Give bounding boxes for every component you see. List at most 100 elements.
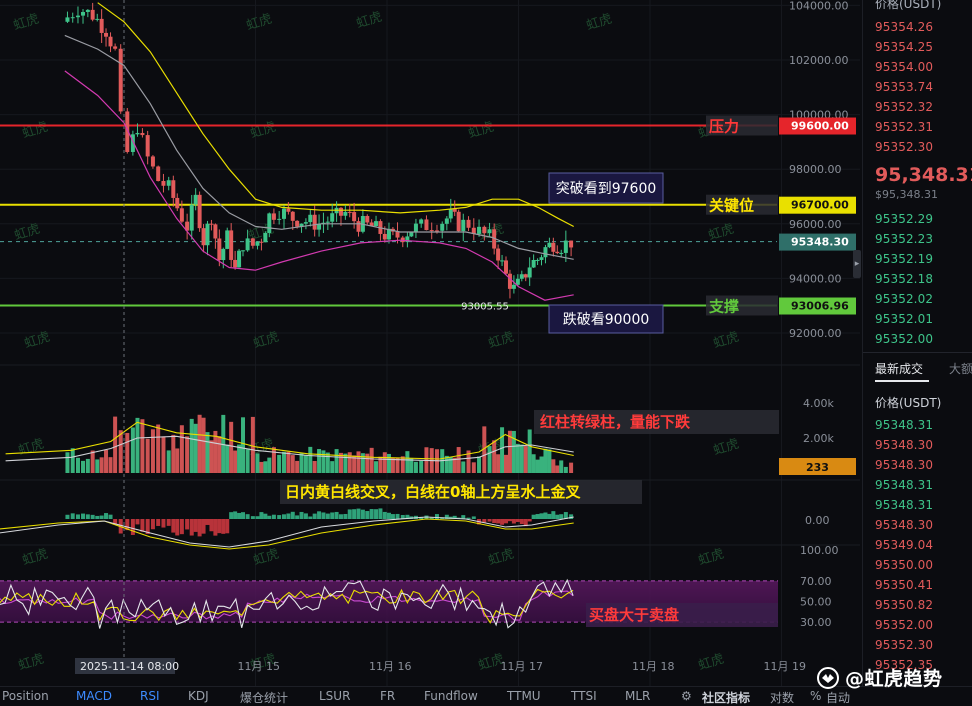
- last-price: 95,348.31: [875, 164, 972, 186]
- candle-body: [563, 240, 568, 253]
- orderbook-header: 价格(USDT): [875, 0, 942, 11]
- macd-bar: [347, 509, 352, 519]
- bid-price[interactable]: 95352.29: [875, 212, 933, 226]
- watermark-text: 虹虎: [17, 436, 46, 458]
- log-scale-toggle[interactable]: 对数: [770, 689, 794, 706]
- bid-price[interactable]: 95352.01: [875, 312, 933, 326]
- ask-price[interactable]: 95354.25: [875, 40, 933, 54]
- candle-body: [434, 230, 439, 232]
- watermark-text: 虹虎: [697, 546, 726, 568]
- candle-body: [193, 194, 198, 205]
- candle-body: [81, 11, 86, 16]
- volume-bar: [519, 444, 524, 473]
- candle-body: [523, 274, 528, 278]
- rsi-tick-label: 30.00: [800, 616, 832, 629]
- candle-body: [527, 267, 532, 278]
- candle-body: [551, 242, 556, 252]
- bid-price[interactable]: 95352.00: [875, 332, 933, 346]
- macd-bar: [338, 514, 343, 519]
- volume-bar: [179, 425, 184, 473]
- candle-body: [569, 240, 574, 248]
- macd-bar: [492, 519, 497, 524]
- macd-bar: [217, 519, 222, 534]
- volume-bar: [145, 438, 150, 473]
- macd-bar: [233, 511, 238, 519]
- rsi-tick-label: 70.00: [800, 575, 832, 588]
- candle-body: [259, 241, 264, 243]
- collapse-panel-button[interactable]: ▸: [853, 250, 861, 278]
- indicator-ttsi[interactable]: TTSI: [571, 689, 597, 703]
- chart-area[interactable]: 虹虎 虹虎 虹虎 虹虎虹虎 虹虎 虹虎虹虎 虹虎 虹虎虹虎 虹虎 虹虎 虹虎虹虎 虹虎 虹虎虹虎 虹虎 虹虎…: [0, 0, 860, 686]
- indicator-mlr[interactable]: MLR: [625, 689, 650, 703]
- macd-bar: [161, 519, 166, 528]
- bid-price[interactable]: 95352.23: [875, 232, 933, 246]
- indicator-kdj[interactable]: KDJ: [188, 689, 209, 703]
- ask-price[interactable]: 95353.74: [875, 80, 933, 94]
- candle-body: [179, 208, 184, 222]
- auto-scale-toggle[interactable]: 自动: [826, 689, 850, 706]
- ask-price[interactable]: 95354.26: [875, 20, 933, 34]
- volume-bar: [237, 444, 242, 473]
- volume-bar: [286, 451, 291, 473]
- watermark-text: 虹虎: [21, 546, 50, 568]
- bid-price[interactable]: 95352.02: [875, 292, 933, 306]
- volume-bar: [321, 450, 326, 473]
- candle-body: [108, 36, 113, 47]
- macd-bar: [213, 519, 218, 536]
- indicator-fundflow[interactable]: Fundflow: [424, 689, 478, 703]
- indicator-position[interactable]: Position: [2, 689, 49, 703]
- macd-bar: [369, 509, 374, 519]
- macd-bar: [85, 514, 90, 519]
- candle-body: [263, 232, 268, 243]
- indicator-fr[interactable]: FR: [380, 689, 395, 703]
- macd-bar: [559, 514, 564, 519]
- macd-bar: [175, 519, 180, 536]
- tab-latest-trades[interactable]: 最新成交: [875, 362, 923, 376]
- community-indicators-button[interactable]: 社区指标: [702, 689, 750, 706]
- ask-price[interactable]: 95352.31: [875, 120, 933, 134]
- volume-bar: [90, 450, 95, 473]
- macd-bar: [312, 513, 317, 519]
- macd-bar: [551, 511, 556, 519]
- candle-body: [166, 180, 171, 186]
- ask-price[interactable]: 95352.30: [875, 140, 933, 154]
- candle-body: [286, 208, 291, 212]
- macd-bar: [237, 512, 242, 519]
- candle-body: [135, 132, 140, 135]
- indicator-liquidation[interactable]: 爆仓统计: [240, 689, 288, 706]
- macd-bar: [197, 519, 202, 537]
- macd-bar: [352, 509, 357, 519]
- macd-bar: [221, 519, 226, 534]
- volume-bar: [201, 417, 206, 473]
- ma-magenta-line: [64, 70, 574, 301]
- candle-body: [99, 18, 104, 33]
- volume-bar: [559, 460, 564, 473]
- candle-body: [496, 248, 501, 261]
- percent-scale-toggle[interactable]: %: [810, 689, 821, 703]
- volume-bar: [229, 421, 234, 473]
- candle-body: [511, 284, 516, 289]
- level-price-label: 95348.30: [791, 236, 849, 249]
- indicator-lsur[interactable]: LSUR: [319, 689, 350, 703]
- bid-price[interactable]: 95352.18: [875, 272, 933, 286]
- candle-body: [429, 230, 434, 232]
- volume-bar: [209, 440, 214, 473]
- macd-bar: [241, 512, 246, 519]
- candle-body: [504, 260, 509, 274]
- volume-bar: [325, 452, 330, 473]
- bid-price[interactable]: 95352.19: [875, 252, 933, 266]
- volume-bar: [492, 440, 497, 473]
- ask-price[interactable]: 95352.32: [875, 100, 933, 114]
- indicator-ttmu[interactable]: TTMU: [507, 689, 541, 703]
- volume-bar: [150, 429, 155, 473]
- indicator-macd[interactable]: MACD: [76, 689, 112, 703]
- volume-bar: [281, 451, 286, 473]
- ask-price[interactable]: 95354.00: [875, 60, 933, 74]
- trade-row: 95350.41: [875, 578, 934, 592]
- candle-body: [448, 208, 453, 219]
- tab-large-trades[interactable]: 大额: [949, 360, 972, 377]
- indicator-rsi[interactable]: RSI: [140, 689, 160, 703]
- macd-bar: [504, 519, 509, 524]
- macd-bar: [140, 519, 145, 532]
- community-icon[interactable]: ⚙: [681, 689, 692, 703]
